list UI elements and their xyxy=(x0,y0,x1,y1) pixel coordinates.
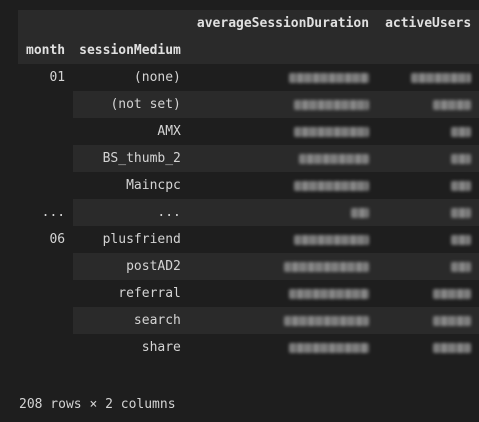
month-cell xyxy=(18,280,74,307)
session-medium-cell: AMX xyxy=(73,118,189,145)
session-medium-cell: Maincpc xyxy=(73,172,189,199)
redacted-value xyxy=(377,145,479,172)
month-cell xyxy=(18,334,74,361)
redacted-value xyxy=(188,280,378,307)
table-row: referral xyxy=(18,280,479,307)
table-row: share xyxy=(18,334,479,361)
table-row: search xyxy=(18,307,479,334)
redacted-value xyxy=(188,118,378,145)
blank-header-cell xyxy=(73,10,189,37)
month-cell: 06 xyxy=(18,226,74,253)
redacted-value xyxy=(377,64,479,91)
table-row: Maincpc xyxy=(18,172,479,199)
session-medium-cell: referral xyxy=(73,280,189,307)
table-row: 06 plusfriend xyxy=(18,226,479,253)
table-row: AMX xyxy=(18,118,479,145)
redacted-value xyxy=(377,334,479,361)
month-cell xyxy=(18,307,74,334)
dataframe-shape-summary: 208 rows × 2 columns xyxy=(19,397,176,412)
redacted-value xyxy=(188,307,378,334)
session-medium-cell: plusfriend xyxy=(73,226,189,253)
column-header-average-session-duration: averageSessionDuration xyxy=(188,10,378,37)
session-medium-cell: ... xyxy=(73,199,189,226)
redacted-value xyxy=(188,145,378,172)
index-header-row: month sessionMedium xyxy=(18,37,479,64)
table-row: 01 (none) xyxy=(18,64,479,91)
redacted-value xyxy=(377,307,479,334)
table-row: BS_thumb_2 xyxy=(18,145,479,172)
redacted-value xyxy=(377,91,479,118)
redacted-value xyxy=(377,199,479,226)
month-cell xyxy=(18,145,74,172)
redacted-value xyxy=(377,118,479,145)
redacted-value xyxy=(377,253,479,280)
blank-header-cell xyxy=(18,10,74,37)
session-medium-cell: search xyxy=(73,307,189,334)
redacted-value xyxy=(188,226,378,253)
month-cell: 01 xyxy=(18,64,74,91)
session-medium-cell: (not set) xyxy=(73,91,189,118)
redacted-value xyxy=(188,334,378,361)
month-cell xyxy=(18,172,74,199)
redacted-value xyxy=(188,199,378,226)
index-header-month: month xyxy=(18,37,74,64)
redacted-value xyxy=(188,64,378,91)
blank-header-cell xyxy=(377,37,479,64)
column-header-active-users: activeUsers xyxy=(377,10,479,37)
session-medium-cell: postAD2 xyxy=(73,253,189,280)
index-header-session-medium: sessionMedium xyxy=(73,37,189,64)
dataframe-table: averageSessionDuration activeUsers month… xyxy=(18,10,479,361)
redacted-value xyxy=(188,172,378,199)
session-medium-cell: share xyxy=(73,334,189,361)
redacted-value xyxy=(377,226,479,253)
table-row: postAD2 xyxy=(18,253,479,280)
session-medium-cell: (none) xyxy=(73,64,189,91)
redacted-value xyxy=(377,280,479,307)
month-cell xyxy=(18,253,74,280)
table-row: ... ... xyxy=(18,199,479,226)
table-row: (not set) xyxy=(18,91,479,118)
blank-header-cell xyxy=(188,37,378,64)
dataframe-output: averageSessionDuration activeUsers month… xyxy=(0,0,479,422)
month-cell: ... xyxy=(18,199,74,226)
session-medium-cell: BS_thumb_2 xyxy=(73,145,189,172)
redacted-value xyxy=(188,253,378,280)
redacted-value xyxy=(188,91,378,118)
month-cell xyxy=(18,118,74,145)
month-cell xyxy=(18,91,74,118)
column-header-row: averageSessionDuration activeUsers xyxy=(18,10,479,37)
redacted-value xyxy=(377,172,479,199)
